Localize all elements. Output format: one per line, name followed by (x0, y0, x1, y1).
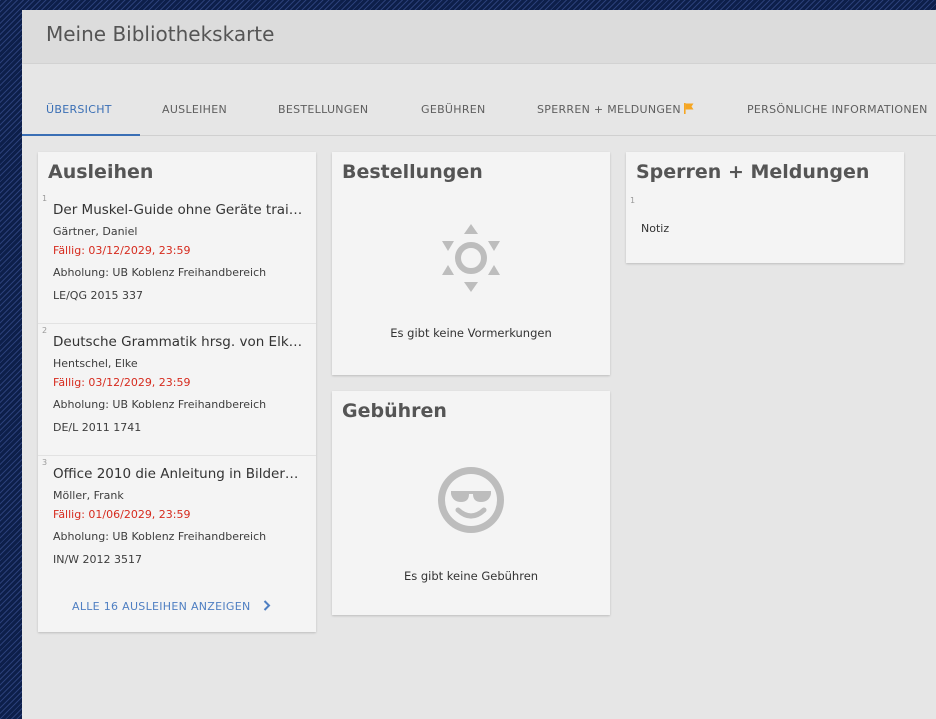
orders-card-title: Bestellungen (342, 161, 483, 183)
chevron-right-icon (264, 600, 271, 611)
loan-item[interactable]: 1 Der Muskel-Guide ohne Geräte trai… Gär… (38, 192, 316, 324)
tab-loans[interactable]: AUSLEIHEN (162, 103, 227, 116)
tab-personal-information[interactable]: PERSÖNLICHE INFORMATIONEN (747, 103, 928, 116)
fees-card: Gebühren Es gibt keine Gebühren (332, 391, 610, 615)
fees-card-title: Gebühren (342, 400, 447, 422)
sun-icon (442, 224, 500, 292)
fees-empty-message: Es gibt keine Gebühren (403, 569, 539, 583)
loan-pickup-location: Abholung: UB Koblenz Freihandbereich (53, 266, 267, 279)
loan-signature: LE/QG 2015 337 (53, 289, 143, 302)
loan-pickup-location: Abholung: UB Koblenz Freihandbereich (53, 398, 267, 411)
orders-empty-message: Es gibt keine Vormerkungen (390, 326, 552, 340)
notice-text: Notiz (641, 222, 670, 235)
tab-fees[interactable]: GEBÜHREN (421, 103, 486, 116)
tab-bar: ÜBERSICHT AUSLEIHEN BESTELLUNGEN GEBÜHRE… (22, 96, 936, 136)
loan-pickup-location: Abholung: UB Koblenz Freihandbereich (53, 530, 267, 543)
page-title: Meine Bibliothekskarte (46, 22, 275, 46)
loans-card-title: Ausleihen (48, 161, 154, 183)
title-bar: Meine Bibliothekskarte (22, 10, 936, 64)
notice-number: 1 (630, 196, 636, 205)
loan-number: 1 (42, 194, 48, 203)
sunglasses-smiley-icon (438, 467, 504, 533)
loan-author: Möller, Frank (53, 489, 124, 502)
tab-blocks-notices-label: SPERREN + MELDUNGEN (537, 103, 681, 116)
tab-orders[interactable]: BESTELLUNGEN (278, 103, 368, 116)
loans-card: Ausleihen 1 Der Muskel-Guide ohne Geräte… (38, 152, 316, 632)
loan-due-date: Fällig: 03/12/2029, 23:59 (53, 376, 191, 389)
tab-blocks-notices[interactable]: SPERREN + MELDUNGEN (537, 103, 694, 116)
show-all-loans-label: ALLE 16 AUSLEIHEN ANZEIGEN (72, 600, 251, 613)
tab-overview[interactable]: ÜBERSICHT (46, 103, 112, 116)
loan-number: 3 (42, 458, 48, 467)
active-tab-indicator (22, 134, 140, 136)
loan-due-date: Fällig: 01/06/2029, 23:59 (53, 508, 191, 521)
notices-card: Sperren + Meldungen 1 Notiz (626, 152, 904, 263)
loan-signature: DE/L 2011 1741 (53, 421, 142, 434)
loan-author: Hentschel, Elke (53, 357, 138, 370)
notices-card-title: Sperren + Meldungen (636, 161, 870, 183)
loan-item[interactable]: 2 Deutsche Grammatik hrsg. von Elk… Hent… (38, 324, 316, 456)
loan-author: Gärtner, Daniel (53, 225, 138, 238)
flag-icon (683, 103, 694, 114)
loan-signature: IN/W 2012 3517 (53, 553, 143, 566)
orders-card: Bestellungen Es gibt keine Vormerkungen (332, 152, 610, 375)
loan-due-date: Fällig: 03/12/2029, 23:59 (53, 244, 191, 257)
loan-number: 2 (42, 326, 48, 335)
loan-item[interactable]: 3 Office 2010 die Anleitung in Bilder… M… (38, 456, 316, 588)
loan-title[interactable]: Deutsche Grammatik hrsg. von Elk… (53, 334, 302, 350)
show-all-loans-link[interactable]: ALLE 16 AUSLEIHEN ANZEIGEN (72, 600, 272, 613)
loan-title[interactable]: Der Muskel-Guide ohne Geräte trai… (53, 202, 302, 218)
loan-title[interactable]: Office 2010 die Anleitung in Bilder… (53, 466, 298, 482)
library-card-panel: Meine Bibliothekskarte ÜBERSICHT AUSLEIH… (22, 10, 936, 719)
